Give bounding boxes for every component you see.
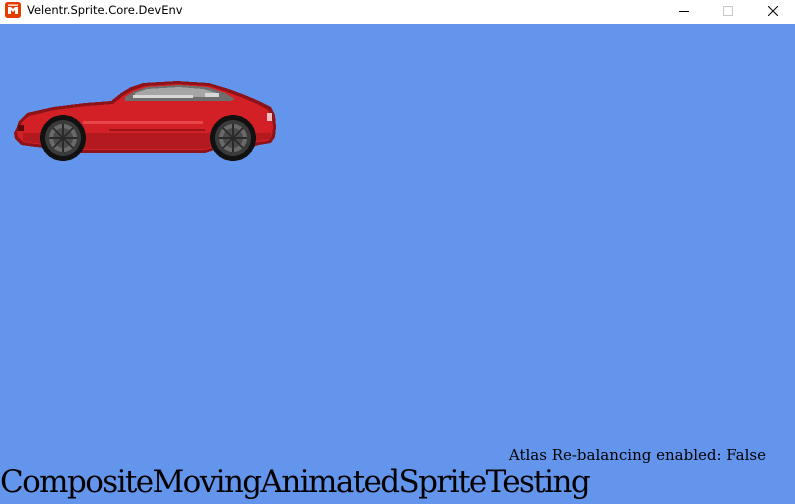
app-window: Velentr.Sprite.Core.DevEnv Atlas Re-bala… bbox=[0, 0, 795, 504]
window-title: Velentr.Sprite.Core.DevEnv bbox=[27, 3, 183, 17]
maximize-button[interactable] bbox=[705, 0, 751, 22]
minimize-button[interactable] bbox=[661, 0, 707, 22]
atlas-rebalancing-status: Atlas Re-balancing enabled: False bbox=[508, 446, 766, 464]
red-sports-car-sprite bbox=[14, 81, 276, 161]
monogame-logo-icon bbox=[5, 2, 21, 18]
maximize-icon bbox=[723, 6, 733, 16]
scene-name-label: CompositeMovingAnimatedSpriteTesting bbox=[0, 464, 591, 500]
minimize-icon bbox=[679, 11, 689, 12]
game-viewport[interactable]: Atlas Re-balancing enabled: False Compos… bbox=[0, 24, 795, 504]
close-icon bbox=[768, 6, 778, 16]
close-button[interactable] bbox=[750, 0, 795, 22]
title-bar[interactable]: Velentr.Sprite.Core.DevEnv bbox=[0, 0, 795, 24]
